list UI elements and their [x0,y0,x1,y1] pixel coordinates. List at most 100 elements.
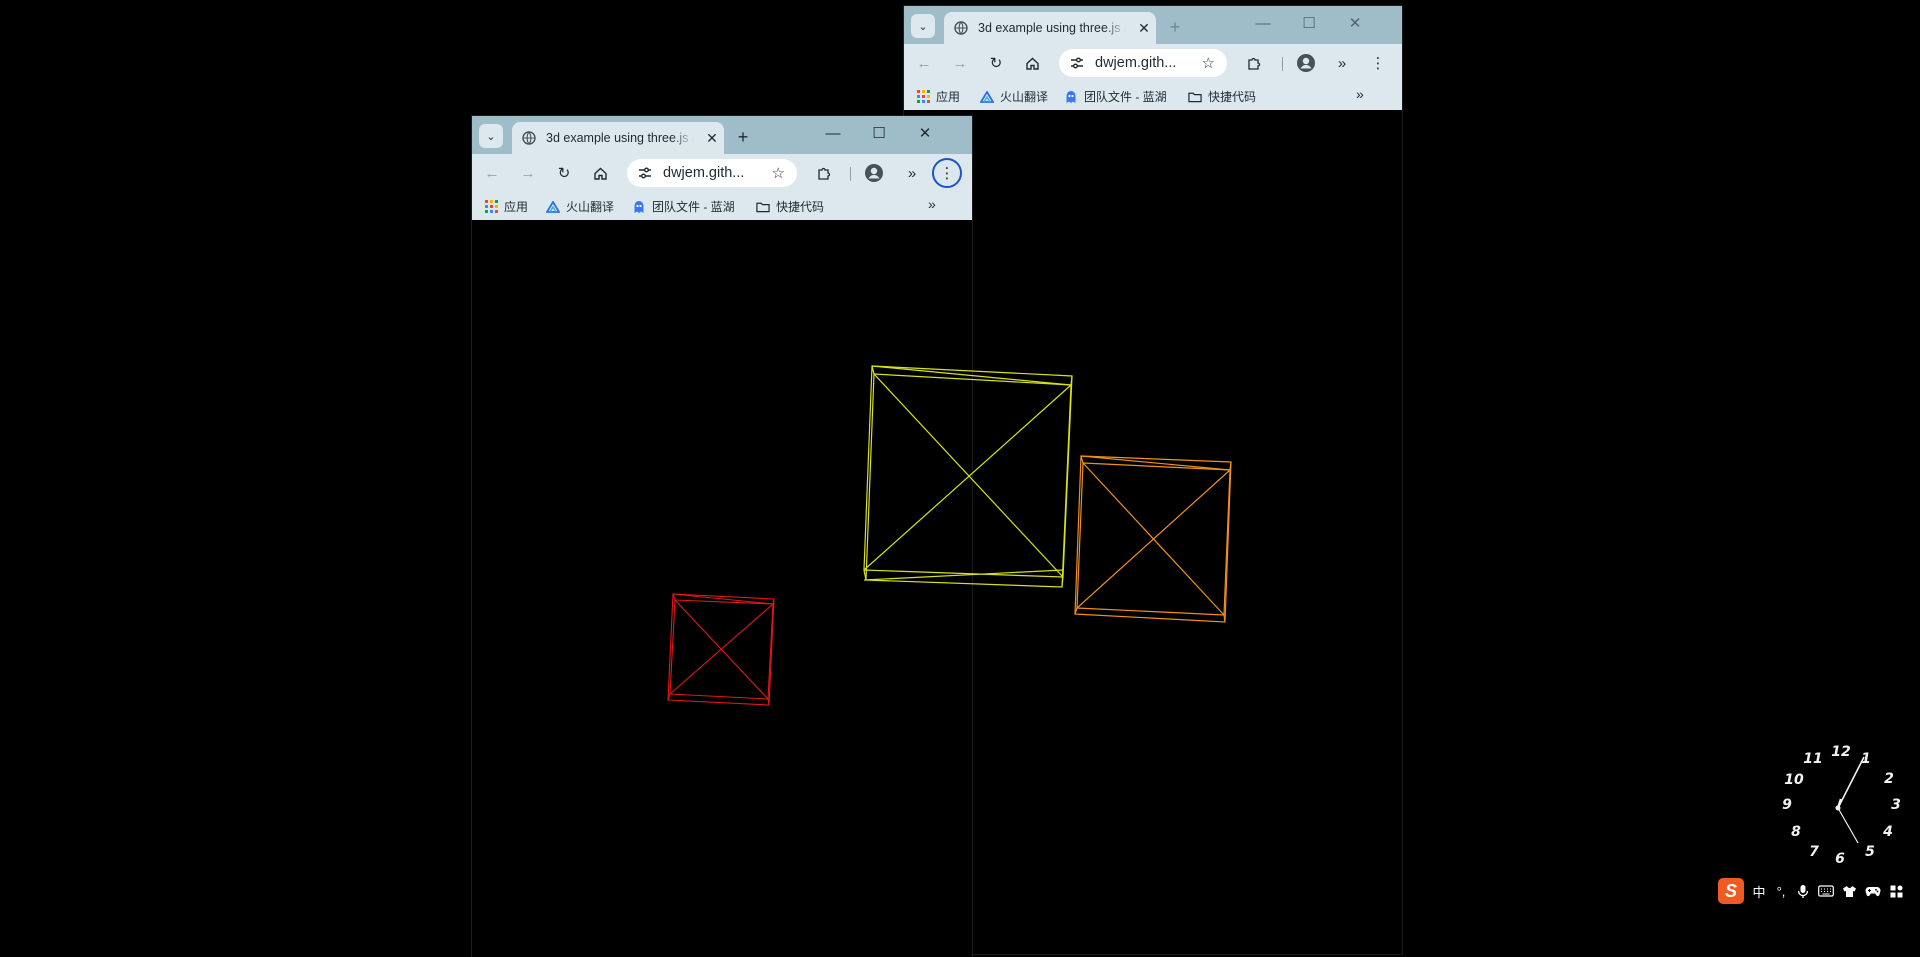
forward-button[interactable]: → [516,161,540,185]
bookmark-lanhu[interactable]: 团队文件 - 蓝湖 [632,198,735,215]
chrome-menu-button[interactable]: ⋮ [935,161,959,185]
close-icon[interactable]: ✕ [1136,20,1152,37]
bookmark-apps[interactable]: 应用 [916,88,960,105]
chevron-down-icon: ⌄ [918,20,928,33]
ime-punctuation-toggle[interactable]: °, [1774,884,1788,899]
webgl-canvas[interactable] [904,124,1402,954]
clock-number: 10 [1784,772,1804,788]
more-tools-button[interactable]: » [1330,51,1354,75]
puzzle-icon [1248,57,1261,70]
clock-number: 6 [1835,851,1845,863]
ime-toolbar[interactable]: S 中 °, [1718,876,1920,906]
title-bar[interactable]: ⌄ 3d example using three.js and ✕ + — ☐ … [472,116,972,154]
volcano-icon [980,90,994,104]
globe-icon [954,21,968,35]
kebab-menu-icon: ⋮ [939,165,955,182]
reload-button[interactable]: ↻ [552,161,576,185]
keyboard-icon[interactable] [1818,885,1834,897]
extensions-button[interactable] [812,161,836,185]
url-text: dwjem.gith... [663,165,745,181]
close-icon: ✕ [918,125,932,142]
profile-button[interactable] [1294,51,1318,75]
star-icon[interactable]: ☆ [1202,54,1215,72]
minimize-icon: — [825,124,841,142]
webgl-canvas[interactable] [472,234,972,957]
maximize-button[interactable]: ☐ [856,116,902,150]
bookmark-label: 团队文件 - 蓝湖 [1084,90,1167,104]
profile-button[interactable] [862,161,886,185]
minimize-button[interactable]: — [1240,6,1286,40]
gamepad-icon[interactable] [1865,885,1881,897]
toolbox-grid-icon[interactable] [1889,885,1903,898]
more-tools-button[interactable]: » [900,161,924,185]
close-icon[interactable]: ✕ [704,130,720,147]
address-bar[interactable]: dwjem.gith... ☆ [627,159,797,187]
tune-icon[interactable] [637,165,653,181]
forward-button[interactable]: → [948,51,972,75]
minimize-button[interactable]: — [810,116,856,150]
new-tab-button[interactable]: + [732,126,754,148]
skin-shirt-icon[interactable] [1842,885,1857,898]
toolbar-separator [850,167,851,181]
avatar-icon [865,164,883,182]
clock-number: 4 [1882,824,1893,840]
chevron-double-right-icon: » [928,196,936,212]
star-icon[interactable]: ☆ [772,164,785,182]
bookmarks-overflow-button[interactable]: » [928,196,936,212]
bookmark-label: 快捷代码 [776,200,825,214]
bookmark-volc-translate[interactable]: 火山翻译 [546,198,614,215]
bookmarks-overflow-button[interactable]: » [1356,86,1364,102]
chevron-double-right-icon: » [1356,86,1364,102]
chrome-menu-button[interactable]: ⋮ [1366,51,1390,75]
folder-icon [756,200,770,214]
toolbar-separator [1282,57,1283,71]
arrow-right-icon: → [952,54,968,72]
title-bar[interactable]: ⌄ 3d example using three.js and ✕ + — ☐ … [904,6,1402,44]
clock-number: 9 [1782,797,1792,813]
maximize-button[interactable]: ☐ [1286,6,1332,40]
bookmark-folder-snippets[interactable]: 快捷代码 [756,198,824,215]
minimize-icon: — [1255,14,1271,32]
close-window-button[interactable]: ✕ [1332,6,1378,40]
close-icon: ✕ [1348,15,1362,32]
desktop-clock-widget[interactable]: 12 1 2 3 4 5 6 7 8 9 10 11 [1776,743,1906,867]
bookmark-volc-translate[interactable]: 火山翻译 [980,88,1048,105]
new-tab-button[interactable]: + [1164,16,1186,38]
address-bar[interactable]: dwjem.gith... ☆ [1059,49,1227,77]
home-button[interactable] [588,161,612,185]
bookmark-label: 团队文件 - 蓝湖 [652,200,735,214]
bookmark-lanhu[interactable]: 团队文件 - 蓝湖 [1064,88,1167,105]
reload-icon: ↻ [989,55,1003,72]
home-icon [1025,57,1039,70]
bookmark-folder-snippets[interactable]: 快捷代码 [1188,88,1256,105]
clock-number: 2 [1884,771,1894,787]
tab-active[interactable]: 3d example using three.js and ✕ [512,122,724,154]
maximize-icon: ☐ [872,125,886,142]
tab-search-button[interactable]: ⌄ [911,14,935,38]
browser-window-back[interactable]: ⌄ 3d example using three.js and ✕ + — ☐ … [904,6,1402,954]
tab-title: 3d example using three.js and [978,21,1126,35]
avatar-icon [1297,54,1315,72]
back-button[interactable]: ← [912,51,936,75]
tune-icon[interactable] [1069,55,1085,71]
arrow-right-icon: → [520,164,536,182]
microphone-icon[interactable] [1796,884,1810,899]
chevron-double-right-icon: » [907,164,917,182]
ime-logo-icon[interactable]: S [1718,878,1744,904]
bookmark-apps[interactable]: 应用 [484,198,528,215]
chevron-double-right-icon: » [1337,54,1347,72]
bookmarks-bar: 应用 火山翻译 团队文件 - 蓝湖 快捷代码 » [904,82,1402,110]
tab-active[interactable]: 3d example using three.js and ✕ [944,12,1156,44]
tab-search-button[interactable]: ⌄ [479,124,503,148]
back-button[interactable]: ← [480,161,504,185]
lanhu-icon [1064,90,1078,104]
browser-window-front[interactable]: ⌄ 3d example using three.js and ✕ + — ☐ … [472,116,972,957]
close-window-button[interactable]: ✕ [902,116,948,150]
reload-button[interactable]: ↻ [984,51,1008,75]
lanhu-icon [632,200,646,214]
ime-mode-toggle[interactable]: 中 [1752,882,1766,901]
clock-second-hand [1837,807,1859,844]
extensions-button[interactable] [1242,51,1266,75]
bookmark-label: 应用 [504,200,529,214]
home-button[interactable] [1020,51,1044,75]
